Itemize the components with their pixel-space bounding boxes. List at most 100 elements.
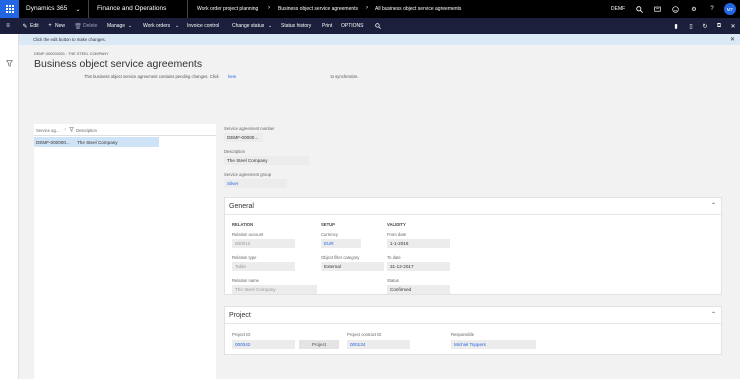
to-date-label: To date — [387, 255, 401, 260]
gear-icon[interactable]: ⚙ — [689, 4, 699, 14]
pending-text: This business object service agreement c… — [84, 74, 219, 79]
chevron-down-icon[interactable]: ⌄ — [128, 23, 132, 29]
delete-button[interactable]: Delete — [83, 23, 97, 29]
project-button[interactable]: Project — [299, 340, 339, 349]
invoice-control-menu[interactable]: Invoice control — [187, 23, 219, 29]
chevron-right-icon: › — [268, 5, 270, 11]
hamburger-icon[interactable]: ≡ — [4, 22, 12, 30]
project-id-field[interactable]: 000042 — [232, 340, 295, 349]
close-icon[interactable]: ✕ — [730, 36, 735, 43]
trash-icon[interactable]: 🗑 — [74, 22, 82, 30]
column-header-service-agreement[interactable]: Service ag... — [36, 128, 59, 133]
manage-menu[interactable]: Manage — [107, 23, 125, 29]
project-title[interactable]: Project — [229, 312, 251, 319]
list-item-id: DEMF-000000... — [36, 139, 70, 145]
help-icon[interactable]: ? — [707, 4, 717, 14]
refresh-icon[interactable]: ↻ — [701, 22, 709, 30]
divider — [225, 323, 723, 324]
synchronize-link[interactable]: here — [228, 74, 236, 79]
project-id-label: Project ID — [232, 332, 251, 337]
search-icon[interactable] — [634, 4, 644, 14]
close-icon[interactable]: ✕ — [729, 22, 737, 30]
chevron-up-icon[interactable]: ⌃ — [711, 311, 716, 318]
list-header: Service ag... ↑ Description — [34, 124, 216, 136]
chevron-down-icon[interactable]: ⌄ — [175, 23, 179, 29]
plus-icon[interactable]: + — [46, 22, 54, 30]
project-fasttab: Project ⌃ Project ID 000042 Project Proj… — [224, 306, 723, 355]
relation-account-label: Relation account — [232, 232, 264, 237]
message-icon[interactable] — [652, 4, 662, 14]
breadcrumb-item-3[interactable]: All business object service agreements — [375, 6, 461, 12]
avatar[interactable]: MT — [724, 3, 736, 15]
agreement-number-label: Service agreement number — [224, 126, 275, 131]
app-name: Finance and Operations — [97, 5, 167, 12]
chevron-down-icon[interactable]: ⌄ — [268, 23, 272, 29]
detail-pane: Service agreement number DEMF-00000... D… — [216, 124, 740, 379]
chevron-up-icon[interactable]: ⌃ — [711, 202, 716, 209]
description-field[interactable]: The Steel Company — [224, 156, 309, 165]
sort-icon[interactable]: ↑ — [64, 127, 66, 132]
edit-button[interactable]: Edit — [30, 23, 39, 29]
agreement-number-field[interactable]: DEMF-00000... — [224, 133, 263, 142]
relation-account-field: 000012 — [232, 239, 295, 248]
company-picker[interactable]: DEMF — [611, 6, 625, 12]
page-title: Business object service agreements — [34, 58, 203, 70]
open-new-window-icon[interactable]: ⧉ — [715, 22, 723, 30]
work-orders-menu[interactable]: Work orders — [143, 23, 170, 29]
action-pane: ≡ ✎ Edit + New 🗑 Delete Manage ⌄ Work or… — [0, 18, 740, 34]
object-filter-category-label: Object filter category — [321, 255, 360, 260]
project-contract-id-field[interactable]: 000134 — [347, 340, 410, 349]
message-bar: Click the edit button to make changes. ✕ — [19, 34, 740, 45]
divider — [225, 214, 723, 215]
general-fasttab: General ⌃ RELATION Relation account 0000… — [224, 197, 723, 295]
relation-name-field: The Steel Company — [232, 285, 317, 294]
divider — [187, 0, 188, 18]
status-label: Status — [387, 278, 399, 283]
search-icon[interactable] — [374, 22, 382, 30]
top-navigation-bar: Dynamics 365 ⌄ Finance and Operations Wo… — [0, 0, 740, 18]
waffle-icon — [5, 5, 14, 13]
divider — [88, 0, 89, 18]
setup-section-header: SETUP — [321, 222, 335, 227]
from-date-field[interactable]: 1-1-2016 — [387, 239, 450, 248]
product-name[interactable]: Dynamics 365 — [26, 5, 67, 12]
status-history-button[interactable]: Status history — [281, 23, 311, 29]
filter-icon[interactable] — [69, 127, 74, 134]
chevron-down-icon[interactable]: ⌄ — [73, 4, 83, 14]
edit-icon[interactable]: ✎ — [21, 22, 29, 30]
change-status-menu[interactable]: Change status — [232, 23, 264, 29]
office-icon[interactable]: ▮ — [672, 22, 680, 30]
description-label: Description — [224, 149, 245, 154]
to-date-field[interactable]: 31-12-2017 — [387, 262, 450, 271]
pending-changes-notice: This business object service agreement c… — [84, 74, 359, 79]
currency-field[interactable]: EUR — [321, 239, 361, 248]
relation-section-header: RELATION — [232, 222, 254, 227]
status-field[interactable]: Confirmed — [387, 285, 450, 294]
new-button[interactable]: New — [55, 23, 65, 29]
breadcrumb-item-2[interactable]: Business object service agreements — [278, 6, 358, 12]
project-contract-id-label: Project contract ID — [347, 332, 382, 337]
attachment-icon[interactable]: ▯ — [687, 22, 695, 30]
list-item-description: The Steel Company — [77, 139, 118, 145]
relation-name-label: Relation name — [232, 278, 260, 283]
breadcrumb-item-1[interactable]: Work order project planning — [197, 6, 258, 12]
from-date-label: From date — [387, 232, 407, 237]
responsible-field[interactable]: Michiel Toppers — [451, 340, 536, 349]
record-list: Service ag... ↑ Description DEMF-000000.… — [34, 124, 216, 379]
pending-suffix: to synchronize. — [330, 74, 359, 79]
agreement-group-field[interactable]: Silver — [224, 179, 287, 188]
chevron-right-icon: › — [366, 5, 368, 11]
print-menu[interactable]: Print — [322, 23, 332, 29]
message-text: Click the edit button to make changes. — [33, 37, 106, 42]
smiley-icon[interactable] — [670, 4, 680, 14]
filter-icon[interactable] — [6, 60, 14, 68]
options-menu[interactable]: OPTIONS — [341, 23, 364, 29]
column-header-description[interactable]: Description — [76, 128, 97, 133]
list-item[interactable]: DEMF-000000... The Steel Company — [34, 137, 159, 147]
object-filter-category-field[interactable]: External — [321, 262, 384, 271]
app-launcher-button[interactable] — [0, 0, 19, 18]
record-caption: DEMF-000000001 : THE STEEL COMPANY — [34, 52, 109, 56]
left-rail — [0, 34, 19, 379]
general-title[interactable]: General — [229, 203, 254, 210]
currency-label: Currency — [321, 232, 338, 237]
